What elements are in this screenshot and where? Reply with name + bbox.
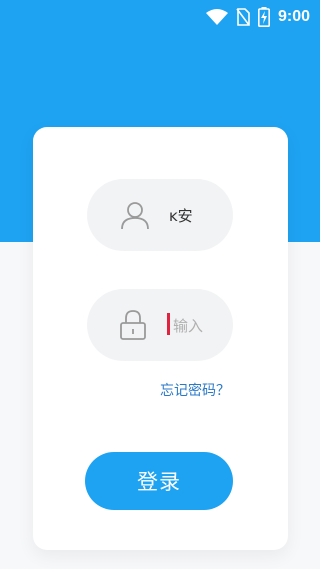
user-icon	[120, 200, 150, 234]
text-caret	[167, 313, 170, 335]
status-bar: 9:00	[0, 0, 320, 34]
username-field[interactable]: ĸ安	[87, 179, 233, 251]
login-button[interactable]: 登录	[85, 452, 233, 510]
username-value[interactable]: ĸ安	[169, 205, 229, 225]
password-field[interactable]: 输入	[87, 289, 233, 361]
battery-charging-icon	[257, 7, 270, 27]
password-placeholder[interactable]: 输入	[173, 315, 233, 335]
forgot-password-link[interactable]: 忘记密码？	[160, 380, 230, 400]
lock-icon	[120, 310, 146, 344]
wifi-icon	[205, 9, 228, 25]
status-time: 9:00	[277, 8, 310, 25]
login-card: ĸ安 输入 忘记密码？ 登录	[33, 127, 288, 550]
no-sim-icon	[236, 8, 250, 26]
